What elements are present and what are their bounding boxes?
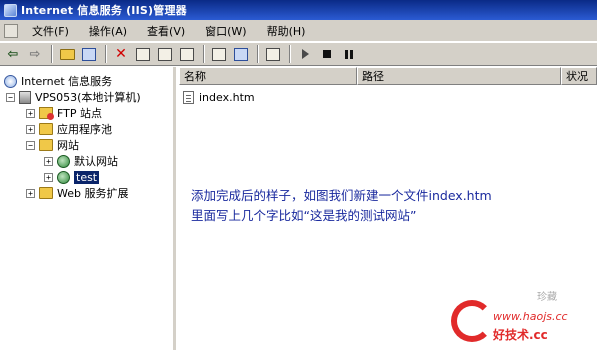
site-watermark: 珍藏 www.haojs.cc 好技术.cc — [451, 288, 591, 346]
window-title: Internet 信息服务 (IIS)管理器 — [21, 4, 187, 17]
tree-item-label: 默认网站 — [74, 155, 118, 168]
annotation-line-1: 添加完成后的样子，如图我们新建一个文件index.htm — [191, 188, 492, 203]
menu-action[interactable]: 操作(A) — [79, 23, 137, 39]
start-icon — [301, 49, 309, 59]
list-item[interactable]: index.htm — [183, 89, 255, 105]
html-file-icon — [183, 90, 194, 104]
iis-icon — [4, 74, 17, 88]
computer-button[interactable] — [263, 45, 283, 63]
folder-icon — [39, 187, 53, 199]
toolbar-separator — [257, 45, 259, 63]
folder-icon — [39, 139, 53, 151]
start-button[interactable] — [295, 45, 315, 63]
menu-help[interactable]: 帮助(H) — [257, 23, 316, 39]
tree-item-default-site[interactable]: + 默认网站 — [44, 153, 118, 169]
tree-item-label: Web 服务扩展 — [57, 187, 129, 200]
tree-item-ftp-sites[interactable]: + FTP 站点 — [26, 105, 102, 121]
up-level-button[interactable] — [57, 45, 77, 63]
tree-item-label: VPS053(本地计算机) — [35, 91, 141, 104]
tree-item-websites[interactable]: − 网站 — [26, 137, 79, 153]
show-hide-tree-button[interactable] — [79, 45, 99, 63]
toolbar-separator — [51, 45, 53, 63]
export-button[interactable] — [177, 45, 197, 63]
menu-window[interactable]: 窗口(W) — [195, 23, 256, 39]
annotation-line-2: 里面写上几个字比如“这是我的测试网站” — [191, 208, 417, 223]
tree-item-app-pools[interactable]: + 应用程序池 — [26, 121, 112, 137]
menu-bar: 文件(F) 操作(A) 查看(V) 窗口(W) 帮助(H) — [0, 20, 597, 42]
show-tree-icon — [82, 47, 96, 61]
expand-icon[interactable]: + — [44, 172, 53, 182]
tree-item-label: Internet 信息服务 — [21, 75, 113, 88]
list-item-name: index.htm — [199, 90, 255, 104]
toolbar-separator — [289, 45, 291, 63]
ftp-folder-icon — [39, 107, 54, 120]
tree-item-label: 网站 — [57, 139, 79, 152]
pause-button[interactable] — [339, 45, 359, 63]
column-header-name[interactable]: 名称 — [179, 67, 357, 85]
refresh-icon — [158, 47, 172, 61]
tree-item-web-extensions[interactable]: + Web 服务扩展 — [26, 185, 128, 201]
pause-icon — [345, 49, 353, 59]
computer-icon — [19, 90, 31, 104]
back-arrow-icon: ⇦ — [7, 46, 19, 62]
forward-button[interactable]: ⇨ — [25, 45, 45, 63]
expand-icon[interactable]: + — [26, 108, 35, 118]
back-button[interactable]: ⇦ — [3, 45, 23, 63]
column-headers: 名称 路径 状况 — [179, 67, 597, 85]
properties-icon — [136, 47, 150, 61]
console-button[interactable] — [231, 45, 251, 63]
title-bar: Internet 信息服务 (IIS)管理器 — [0, 0, 597, 20]
collapse-icon[interactable]: − — [6, 92, 15, 102]
console-icon — [234, 47, 248, 61]
tree-item-label: 应用程序池 — [57, 123, 112, 136]
collapse-icon[interactable]: − — [26, 140, 35, 150]
watermark-logo-icon — [451, 300, 493, 342]
tree-item-label: test — [74, 170, 100, 184]
expand-icon[interactable]: + — [26, 124, 35, 134]
stop-button[interactable] — [317, 45, 337, 63]
tree-item-root[interactable]: Internet 信息服务 — [4, 73, 112, 89]
refresh-button[interactable] — [155, 45, 175, 63]
folder-icon — [39, 123, 53, 135]
stop-icon — [323, 50, 331, 58]
tree-item-label: FTP 站点 — [57, 107, 102, 120]
menu-view[interactable]: 查看(V) — [137, 23, 195, 39]
expand-icon[interactable]: + — [44, 156, 53, 166]
watermark-small-text: 珍藏 — [537, 292, 557, 303]
system-menu-icon[interactable] — [4, 23, 18, 38]
up-folder-icon — [59, 48, 75, 60]
watermark-url: www.haojs.cc — [493, 310, 568, 323]
toolbar-separator — [105, 45, 107, 63]
expand-icon[interactable]: + — [26, 188, 35, 198]
toolbar: ⇦ ⇨ ✕ — [0, 42, 597, 66]
delete-icon: ✕ — [115, 46, 127, 62]
help-button[interactable] — [209, 45, 229, 63]
tree-item-test-site[interactable]: + test — [44, 169, 100, 185]
iis-app-icon — [4, 3, 17, 17]
menu-file[interactable]: 文件(F) — [22, 23, 79, 39]
column-header-status[interactable]: 状况 — [561, 67, 597, 85]
export-icon — [180, 47, 194, 61]
tree-pane: Internet 信息服务 − VPS053(本地计算机) + FTP 站点 +… — [0, 67, 176, 350]
globe-icon — [57, 154, 70, 168]
tree-item-server[interactable]: − VPS053(本地计算机) — [6, 89, 141, 105]
watermark-name: 好技术.cc — [493, 328, 548, 342]
help-icon — [212, 47, 226, 61]
properties-button[interactable] — [133, 45, 153, 63]
globe-icon — [57, 170, 70, 184]
column-header-path[interactable]: 路径 — [357, 67, 561, 85]
toolbar-separator — [203, 45, 205, 63]
computer-icon — [266, 47, 280, 61]
forward-arrow-icon: ⇨ — [29, 46, 41, 62]
delete-button[interactable]: ✕ — [111, 45, 131, 63]
